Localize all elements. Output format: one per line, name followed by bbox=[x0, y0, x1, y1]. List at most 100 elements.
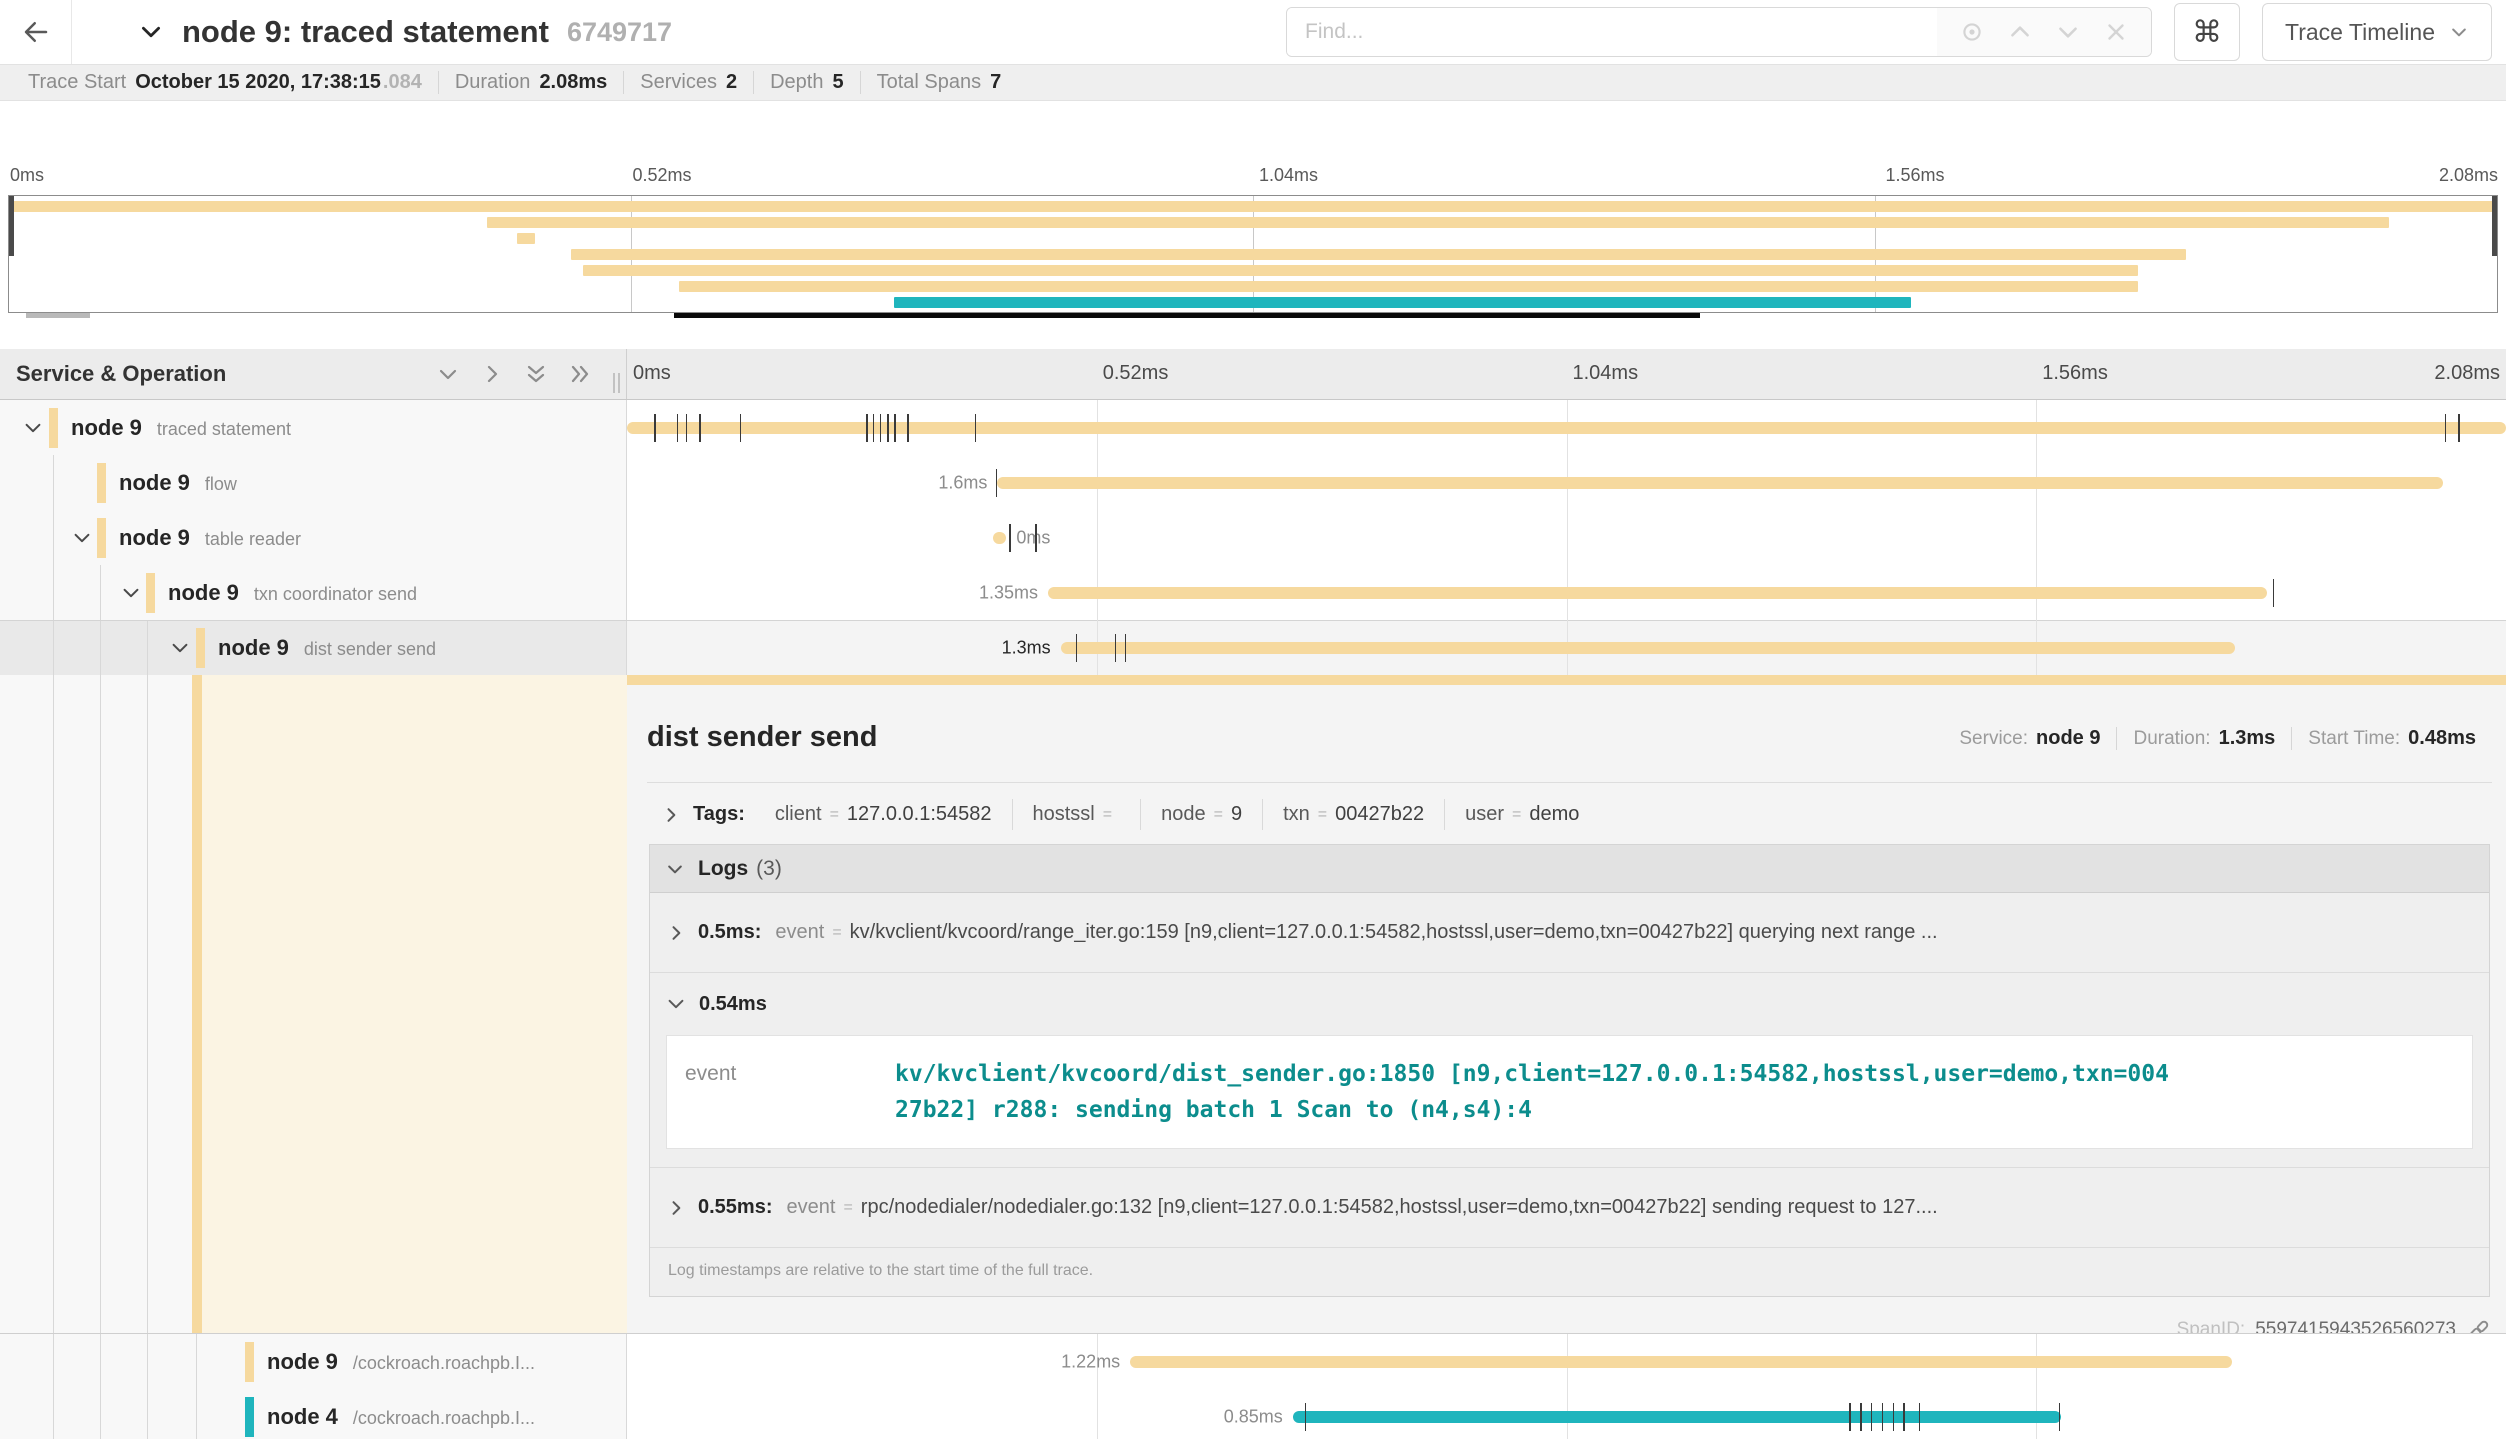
column-resize-handle[interactable] bbox=[613, 373, 620, 393]
minimap-left-handle[interactable] bbox=[9, 196, 14, 256]
log-event-tick bbox=[996, 469, 998, 497]
collapse-span-chevron[interactable] bbox=[71, 527, 93, 549]
summary-value-suffix: .084 bbox=[383, 71, 422, 94]
span-duration-bar[interactable] bbox=[1061, 642, 2235, 654]
tags-row[interactable]: Tags: client=127.0.0.1:54582hostssl=node… bbox=[647, 799, 2492, 830]
log-event-tick bbox=[894, 414, 896, 442]
minimap-right-handle[interactable] bbox=[2492, 196, 2497, 256]
log-event-tick bbox=[654, 414, 656, 442]
span-duration-bar[interactable] bbox=[997, 477, 2442, 489]
collapse-span-chevron[interactable] bbox=[22, 417, 44, 439]
minimap-canvas[interactable] bbox=[8, 195, 2498, 313]
span-tree-cell[interactable]: node 9 dist sender send bbox=[0, 621, 627, 675]
span-tree-cell[interactable]: node 4/cockroach.roachpb.I... bbox=[0, 1389, 627, 1439]
span-tree-cell[interactable]: node 9flow bbox=[0, 455, 627, 510]
find-next-icon[interactable] bbox=[2049, 13, 2087, 51]
logs-header[interactable]: Logs (3) bbox=[650, 845, 2489, 893]
span-detail-header: dist sender send Service:node 9 Duration… bbox=[647, 685, 2492, 754]
span-operation: dist sender send bbox=[304, 639, 436, 659]
span-timeline-cell[interactable]: 1.22ms bbox=[627, 1334, 2506, 1389]
minimap-span-bar bbox=[679, 281, 2138, 292]
service-label: Service: bbox=[1959, 728, 2028, 750]
span-row[interactable]: node 9 dist sender send 1.3ms bbox=[0, 620, 2506, 675]
tag-equals: = bbox=[1214, 806, 1223, 824]
span-row[interactable]: node 9 table reader 0ms bbox=[0, 510, 2506, 565]
span-timeline-cell[interactable]: 1.3ms bbox=[627, 621, 2506, 675]
span-timeline-cell[interactable]: 0.85ms bbox=[627, 1389, 2506, 1439]
expand-all-icon[interactable] bbox=[568, 362, 592, 386]
log-event-tick bbox=[677, 414, 679, 442]
span-color-flag bbox=[146, 573, 155, 613]
log-event-tick bbox=[2445, 414, 2447, 442]
collapse-one-icon[interactable] bbox=[436, 362, 460, 386]
link-icon[interactable] bbox=[2466, 1317, 2492, 1333]
keyboard-shortcuts-button[interactable]: ⌘ bbox=[2174, 3, 2240, 61]
span-row[interactable]: node 9txn coordinator send1.35ms bbox=[0, 565, 2506, 620]
minimap-scroll-nub[interactable] bbox=[26, 313, 90, 318]
collapse-span-chevron[interactable] bbox=[120, 582, 142, 604]
back-button[interactable] bbox=[0, 0, 72, 64]
collapse-all-icon[interactable] bbox=[524, 362, 548, 386]
span-timeline-cell[interactable] bbox=[627, 400, 2506, 455]
logs-label: Logs bbox=[698, 857, 748, 881]
summary-value: 2.08ms bbox=[539, 71, 607, 94]
log-entry-header[interactable]: 0.54ms bbox=[650, 973, 2489, 1035]
minimap-scroll-thumb[interactable] bbox=[674, 313, 1700, 318]
tag-key: user bbox=[1465, 803, 1504, 826]
tag-key: node bbox=[1161, 803, 1206, 826]
summary-value: 5 bbox=[832, 71, 843, 94]
axis-tick-label: 0ms bbox=[10, 165, 44, 186]
span-tree-cell[interactable]: node 9txn coordinator send bbox=[0, 565, 627, 620]
minimap-span-bar bbox=[583, 265, 2138, 276]
tag-key: txn bbox=[1283, 803, 1310, 826]
span-duration-bar[interactable] bbox=[627, 422, 2506, 434]
log-entry[interactable]: 0.5ms:event=kv/kvclient/kvcoord/range_it… bbox=[650, 893, 2489, 973]
find-group bbox=[1286, 7, 2152, 57]
logs-note: Log timestamps are relative to the start… bbox=[650, 1248, 2489, 1296]
expand-one-icon[interactable] bbox=[480, 362, 504, 386]
detail-divider bbox=[647, 782, 2492, 783]
span-timeline-cell[interactable]: 0ms bbox=[627, 510, 2506, 565]
find-clear-icon[interactable] bbox=[2097, 13, 2135, 51]
axis-tick-label: 0ms bbox=[633, 362, 671, 385]
log-event-tick bbox=[1305, 1403, 1307, 1431]
span-timeline-cell[interactable]: 1.6ms bbox=[627, 455, 2506, 510]
collapse-span-chevron[interactable] bbox=[169, 637, 191, 659]
span-service: node 9 bbox=[71, 415, 142, 440]
minimap-scrollbar[interactable] bbox=[8, 313, 2498, 319]
chevron-right-icon bbox=[666, 1198, 686, 1218]
find-input[interactable] bbox=[1287, 8, 1937, 56]
log-event-tick bbox=[887, 414, 889, 442]
span-row[interactable]: node 9/cockroach.roachpb.I... 1.22ms bbox=[0, 1334, 2506, 1389]
span-duration-label: 0.85ms bbox=[1224, 1406, 1283, 1427]
span-tree-cell[interactable]: node 9traced statement bbox=[0, 400, 627, 455]
span-duration-bar[interactable] bbox=[1048, 587, 2268, 599]
span-service: node 9 bbox=[218, 635, 289, 660]
log-key: event bbox=[775, 921, 824, 944]
trace-viewer-app: node 9: traced statement 6749717 bbox=[0, 0, 2506, 1439]
span-operation: table reader bbox=[205, 529, 301, 549]
view-select-button[interactable]: Trace Timeline bbox=[2262, 3, 2492, 61]
summary-item: Trace StartOctober 15 2020, 17:38:15.084 bbox=[12, 71, 438, 94]
arrow-left-icon bbox=[21, 17, 51, 47]
span-duration-bar[interactable] bbox=[993, 532, 1007, 544]
span-tree-cell[interactable]: node 9/cockroach.roachpb.I... bbox=[0, 1334, 627, 1389]
log-entry[interactable]: 0.55ms:event=rpc/nodedialer/nodedialer.g… bbox=[650, 1168, 2489, 1248]
span-row[interactable]: node 9traced statement bbox=[0, 400, 2506, 455]
tree-guide-line bbox=[147, 621, 148, 675]
span-tree-label: node 9/cockroach.roachpb.I... bbox=[267, 1349, 535, 1375]
span-duration-bar[interactable] bbox=[1130, 1356, 2232, 1368]
find-prev-icon[interactable] bbox=[2001, 13, 2039, 51]
span-row[interactable]: node 9flow 1.6ms bbox=[0, 455, 2506, 510]
span-tree-label: node 9flow bbox=[119, 470, 237, 496]
locate-icon[interactable] bbox=[1953, 13, 1991, 51]
span-service: node 9 bbox=[119, 525, 190, 550]
span-timeline-cell[interactable]: 1.35ms bbox=[627, 565, 2506, 620]
tree-guide-line bbox=[147, 1389, 148, 1439]
collapse-trace-chevron[interactable] bbox=[138, 19, 164, 45]
span-duration-bar[interactable] bbox=[1293, 1411, 2061, 1423]
span-operation: txn coordinator send bbox=[254, 584, 417, 604]
span-row[interactable]: node 4/cockroach.roachpb.I... 0.85ms bbox=[0, 1389, 2506, 1439]
log-event-tick bbox=[1076, 634, 1078, 662]
span-tree-cell[interactable]: node 9 table reader bbox=[0, 510, 627, 565]
